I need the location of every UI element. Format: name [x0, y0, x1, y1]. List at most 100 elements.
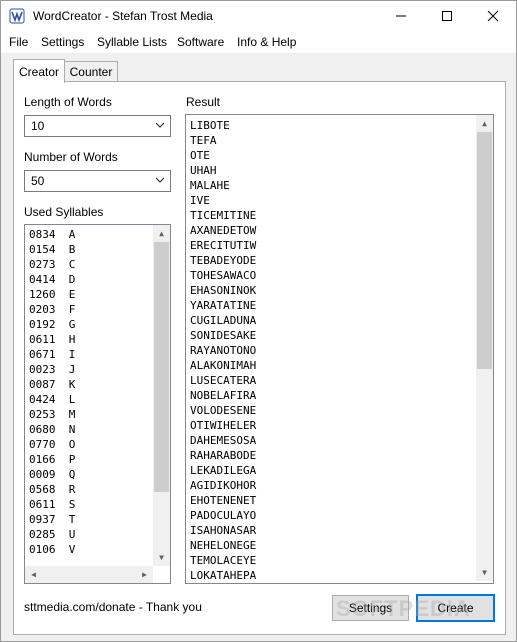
syllables-label: Used Syllables — [24, 205, 104, 219]
menu-software[interactable]: Software — [177, 35, 224, 49]
list-item[interactable]: VOLODESENE — [186, 403, 474, 418]
list-item[interactable]: SONIDESAKE — [186, 328, 474, 343]
scroll-right-icon[interactable]: ▶ — [136, 566, 153, 583]
chevron-down-icon — [155, 177, 165, 183]
tab-creator[interactable]: Creator — [13, 59, 65, 83]
scroll-thumb[interactable] — [477, 132, 492, 369]
list-item[interactable]: EHOTENENET — [186, 493, 474, 508]
list-item[interactable]: CUGILADUNA — [186, 313, 474, 328]
list-item[interactable]: 0087 K — [25, 377, 151, 392]
list-item[interactable]: ALAKONIMAH — [186, 358, 474, 373]
list-item[interactable]: UHAH — [186, 163, 474, 178]
list-item[interactable]: 0414 D — [25, 272, 151, 287]
scroll-thumb[interactable] — [154, 242, 169, 492]
list-item[interactable]: DAHEMESOSA — [186, 433, 474, 448]
list-item[interactable]: AGIDIKOHOR — [186, 478, 474, 493]
menu-file[interactable]: File — [9, 35, 28, 49]
maximize-icon — [442, 11, 452, 21]
menu-syllable-lists[interactable]: Syllable Lists — [97, 35, 167, 49]
number-label: Number of Words — [24, 150, 118, 164]
list-item[interactable]: NOBELAFIRA — [186, 388, 474, 403]
tab-creator-label: Creator — [18, 64, 59, 79]
list-item[interactable]: 0203 F — [25, 302, 151, 317]
list-item[interactable]: LIBOTE — [186, 118, 474, 133]
list-item[interactable]: 0568 R — [25, 482, 151, 497]
list-item[interactable]: TOHESAWACO — [186, 268, 474, 283]
title-bar: WordCreator - Stefan Trost Media — [1, 1, 516, 31]
list-item[interactable]: 0166 P — [25, 452, 151, 467]
list-item[interactable]: 0154 B — [25, 242, 151, 257]
number-select[interactable]: 50 — [24, 170, 171, 192]
syllables-hscrollbar[interactable]: ◀ ▶ — [25, 566, 153, 583]
list-item[interactable]: 0834 A — [25, 227, 151, 242]
tab-counter[interactable]: Counter — [64, 61, 118, 82]
create-button[interactable]: Create — [416, 594, 495, 622]
list-item[interactable]: IVE — [186, 193, 474, 208]
scroll-up-icon[interactable]: ▲ — [153, 225, 170, 242]
close-button[interactable] — [470, 1, 516, 31]
result-label: Result — [186, 95, 221, 109]
scroll-left-icon[interactable]: ◀ — [25, 566, 42, 583]
length-select[interactable]: 10 — [24, 115, 171, 137]
result-vscrollbar[interactable]: ▲ ▼ — [476, 115, 493, 581]
list-item[interactable]: EHASONINOK — [186, 283, 474, 298]
menu-bar: File Settings Syllable Lists Software In… — [1, 31, 516, 53]
list-item[interactable]: MALAHE — [186, 178, 474, 193]
list-item[interactable]: 0424 L — [25, 392, 151, 407]
scroll-up-icon[interactable]: ▲ — [476, 115, 493, 132]
tab-counter-label: Counter — [69, 65, 113, 79]
list-item[interactable]: 0611 S — [25, 497, 151, 512]
list-item[interactable]: 0770 O — [25, 437, 151, 452]
menu-settings[interactable]: Settings — [41, 35, 84, 49]
app-window: WordCreator - Stefan Trost Media File Se… — [0, 0, 517, 642]
number-value: 50 — [31, 174, 45, 188]
scroll-down-icon[interactable]: ▼ — [476, 564, 493, 581]
list-item[interactable]: TEMOLACEYE — [186, 553, 474, 568]
list-item[interactable]: TICEMITINE — [186, 208, 474, 223]
syllables-vscrollbar[interactable]: ▲ ▼ — [153, 225, 170, 566]
list-item[interactable]: 0106 V — [25, 542, 151, 557]
donate-text[interactable]: sttmedia.com/donate - Thank you — [24, 600, 202, 614]
list-item[interactable]: NEHELONEGE — [186, 538, 474, 553]
list-item[interactable]: TEBADEYODE — [186, 253, 474, 268]
list-item[interactable]: LOKATAHEPA — [186, 568, 474, 583]
list-item[interactable]: 0671 I — [25, 347, 151, 362]
list-item[interactable]: 0611 H — [25, 332, 151, 347]
scroll-down-icon[interactable]: ▼ — [153, 549, 170, 566]
window-title: WordCreator - Stefan Trost Media — [33, 9, 213, 23]
list-item[interactable]: 0192 G — [25, 317, 151, 332]
chevron-down-icon — [155, 122, 165, 128]
list-item[interactable]: OTE — [186, 148, 474, 163]
result-list[interactable]: LIBOTE TEFA OTE UHAH MALAHE IVE TICEMITINE AXAN… — [185, 114, 494, 584]
list-item[interactable]: OTIWIHELER — [186, 418, 474, 433]
minimize-button[interactable] — [378, 1, 424, 31]
list-item[interactable]: 0023 J — [25, 362, 151, 377]
menu-info-help[interactable]: Info & Help — [237, 35, 296, 49]
list-item[interactable]: LEKADILEGA — [186, 463, 474, 478]
syllables-rows: 0834 A 0154 B 0273 C 0414 D 1260 E 0203 F 0192… — [25, 227, 151, 557]
list-item[interactable]: 0273 C — [25, 257, 151, 272]
list-item[interactable]: ISAHONASAR — [186, 523, 474, 538]
settings-button[interactable]: Settings — [332, 595, 409, 621]
list-item[interactable]: 1260 E — [25, 287, 151, 302]
list-item[interactable]: PADOCULAYO — [186, 508, 474, 523]
list-item[interactable]: AXANEDETOW — [186, 223, 474, 238]
list-item[interactable]: 0009 Q — [25, 467, 151, 482]
list-item[interactable]: RAYANOTONO — [186, 343, 474, 358]
close-icon — [487, 10, 499, 22]
app-logo-icon — [9, 8, 25, 24]
length-value: 10 — [31, 119, 45, 133]
list-item[interactable]: 0253 M — [25, 407, 151, 422]
minimize-icon — [396, 15, 406, 17]
list-item[interactable]: TEFA — [186, 133, 474, 148]
maximize-button[interactable] — [424, 1, 470, 31]
list-item[interactable]: LUSECATERA — [186, 373, 474, 388]
list-item[interactable]: ERECITUTIW — [186, 238, 474, 253]
length-label: Length of Words — [24, 95, 112, 109]
list-item[interactable]: 0285 U — [25, 527, 151, 542]
list-item[interactable]: YARATATINE — [186, 298, 474, 313]
list-item[interactable]: 0937 T — [25, 512, 151, 527]
syllables-list[interactable]: 0834 A 0154 B 0273 C 0414 D 1260 E 0203 F 0192… — [24, 224, 171, 584]
list-item[interactable]: 0680 N — [25, 422, 151, 437]
list-item[interactable]: RAHARABODE — [186, 448, 474, 463]
